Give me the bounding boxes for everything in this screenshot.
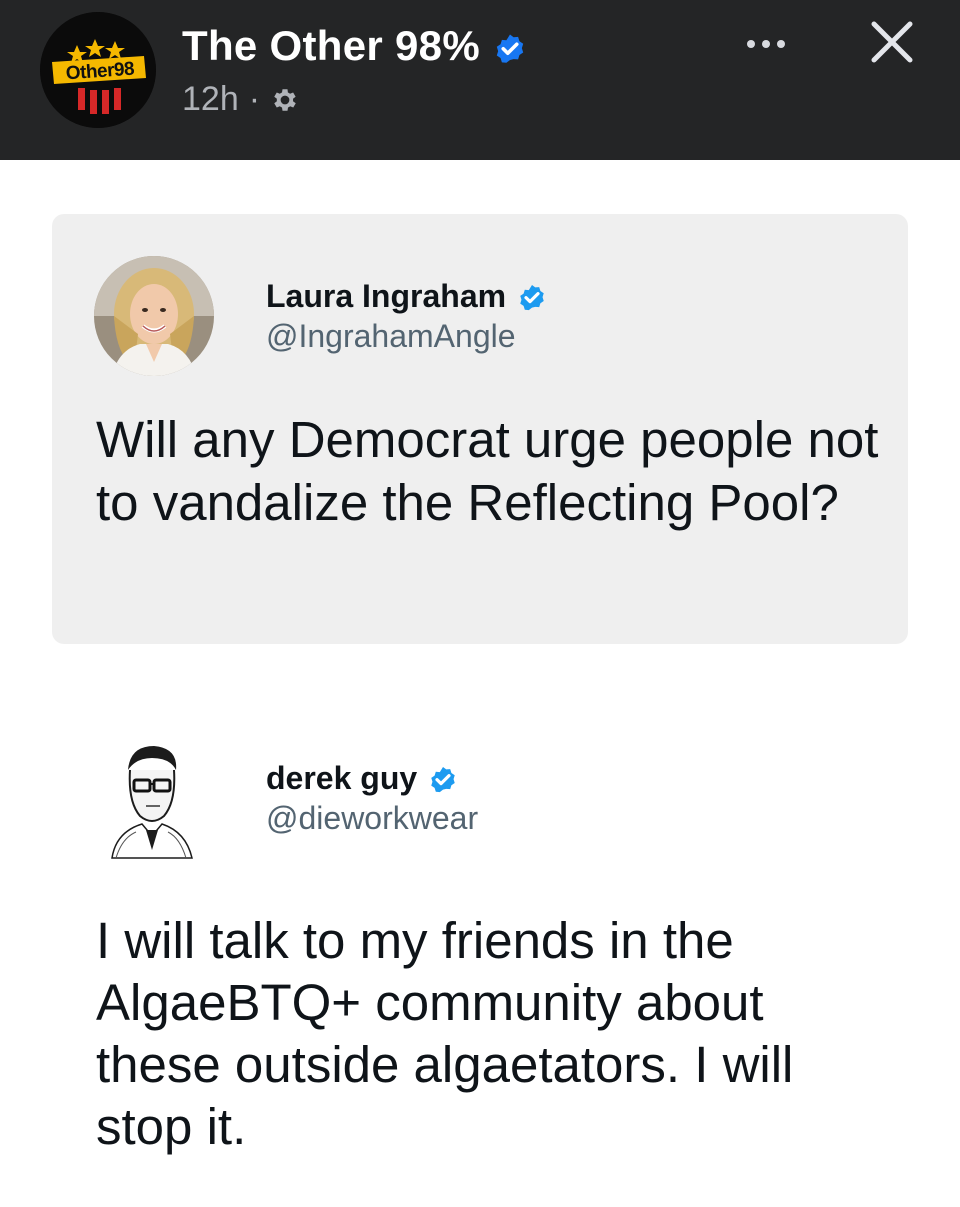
author-handle[interactable]: @dieworkwear (266, 800, 478, 837)
gear-icon[interactable] (270, 85, 300, 115)
verified-badge-icon (516, 281, 548, 313)
author-name-row[interactable]: derek guy (266, 760, 459, 797)
page-name-row[interactable]: The Other 98% (182, 22, 528, 70)
tweet-card-ingraham[interactable]: Laura Ingraham @IngrahamAngle Will any D… (52, 214, 908, 644)
avatar[interactable] (106, 740, 196, 860)
tweet-text: Will any Democrat urge people not to van… (96, 411, 879, 531)
post-meta: 12h · (182, 80, 300, 119)
post-timestamp[interactable]: 12h (182, 80, 239, 119)
close-icon[interactable] (862, 12, 922, 72)
author-name[interactable]: derek guy (266, 760, 417, 797)
avatar[interactable] (94, 256, 214, 376)
more-options-icon[interactable] (734, 24, 798, 64)
verified-badge-icon (427, 763, 459, 795)
author-name[interactable]: Laura Ingraham (266, 278, 506, 315)
tweet-text: I will talk to my friends in the AlgaeBT… (96, 912, 794, 1155)
author-name-row[interactable]: Laura Ingraham (266, 278, 548, 315)
page-name[interactable]: The Other 98% (182, 22, 480, 70)
page-logo-avatar[interactable]: Other98 (40, 12, 156, 128)
tweet-card-derek-guy[interactable]: derek guy @dieworkwear I will talk to my… (52, 700, 908, 1180)
post-header: Other98 The Other 98% 12h · (0, 0, 960, 160)
verified-badge-icon (492, 28, 528, 64)
author-handle[interactable]: @IngrahamAngle (266, 318, 516, 355)
meta-separator: · (248, 80, 261, 118)
